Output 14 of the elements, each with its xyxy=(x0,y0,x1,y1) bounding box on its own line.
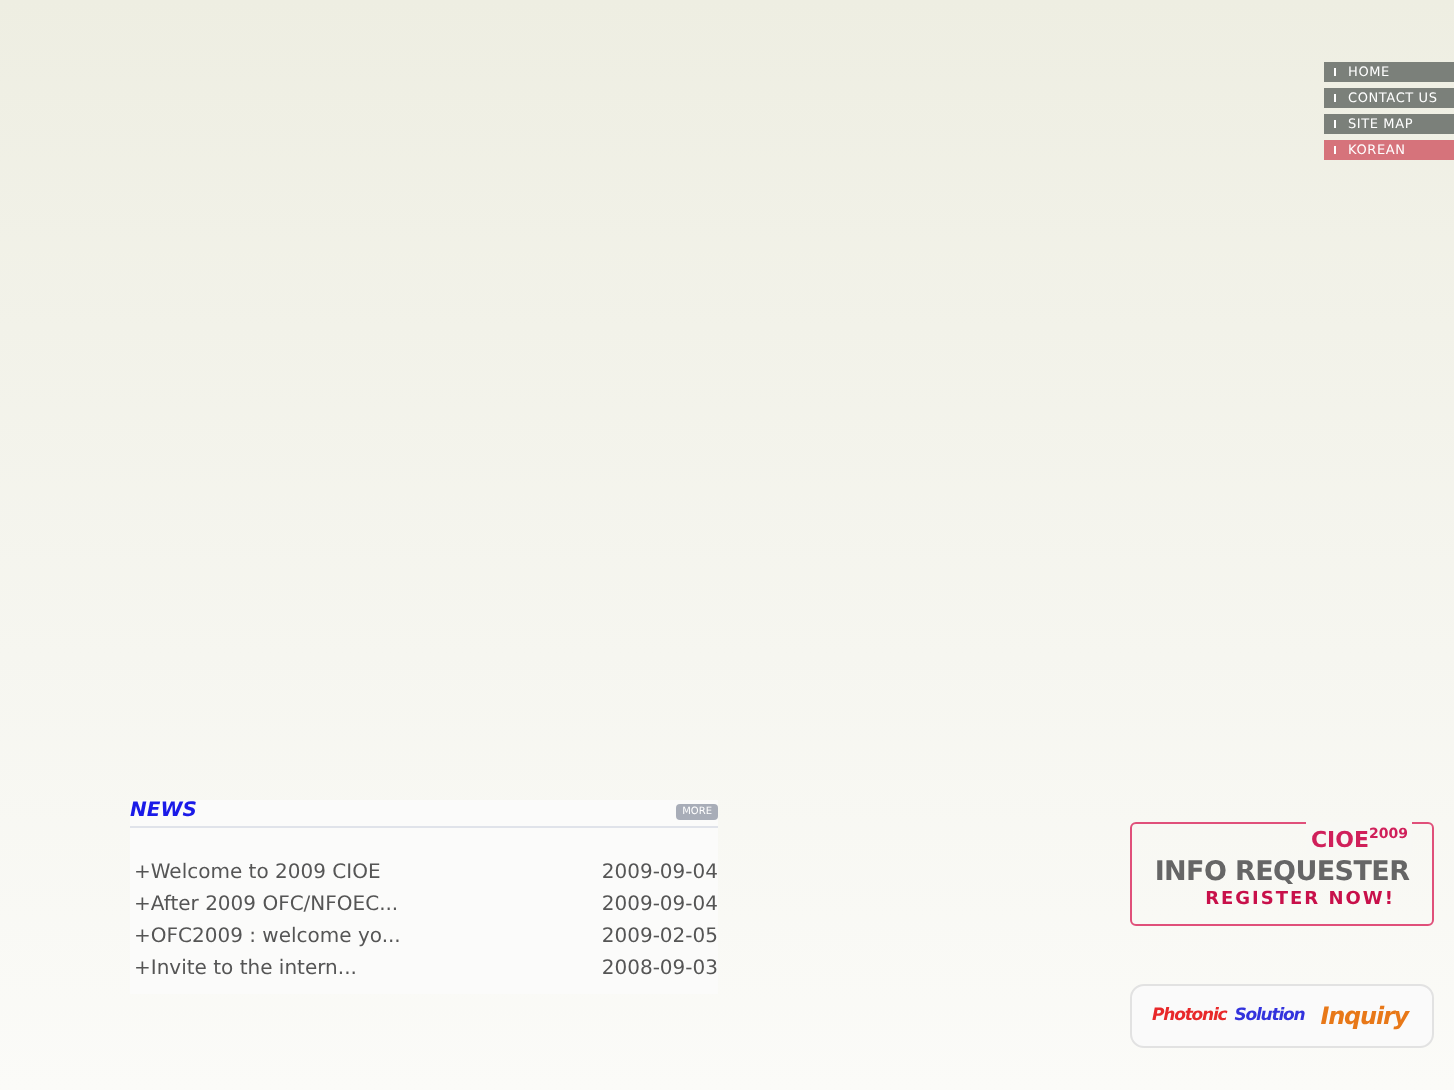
news-date: 2009-09-04 xyxy=(601,861,718,883)
news-link[interactable]: +Welcome to 2009 CIOE xyxy=(134,861,381,883)
news-link[interactable]: +After 2009 OFC/NFOEC... xyxy=(134,893,399,915)
news-link[interactable]: +OFC2009 : welcome yo... xyxy=(134,925,401,947)
banner-title: INFO REQUESTER xyxy=(1154,856,1410,888)
news-date: 2009-02-05 xyxy=(601,925,718,947)
cioe-logo: CIOE$^{2009}$ xyxy=(1306,822,1412,854)
news-link[interactable]: +Invite to the intern... xyxy=(134,957,357,979)
news-date: 2009-09-04 xyxy=(601,893,718,915)
news-date: 2008-09-03 xyxy=(601,957,718,979)
register-text: REGISTER NOW! xyxy=(1205,888,1395,912)
inquiry-banner[interactable]: Photonic Solution Inquiry xyxy=(1130,984,1434,1048)
news-title: NEWS xyxy=(130,800,197,822)
register-banner[interactable]: CIOE$^{2009}$ INFO REQUESTER REGISTER NOW! xyxy=(1130,822,1434,926)
